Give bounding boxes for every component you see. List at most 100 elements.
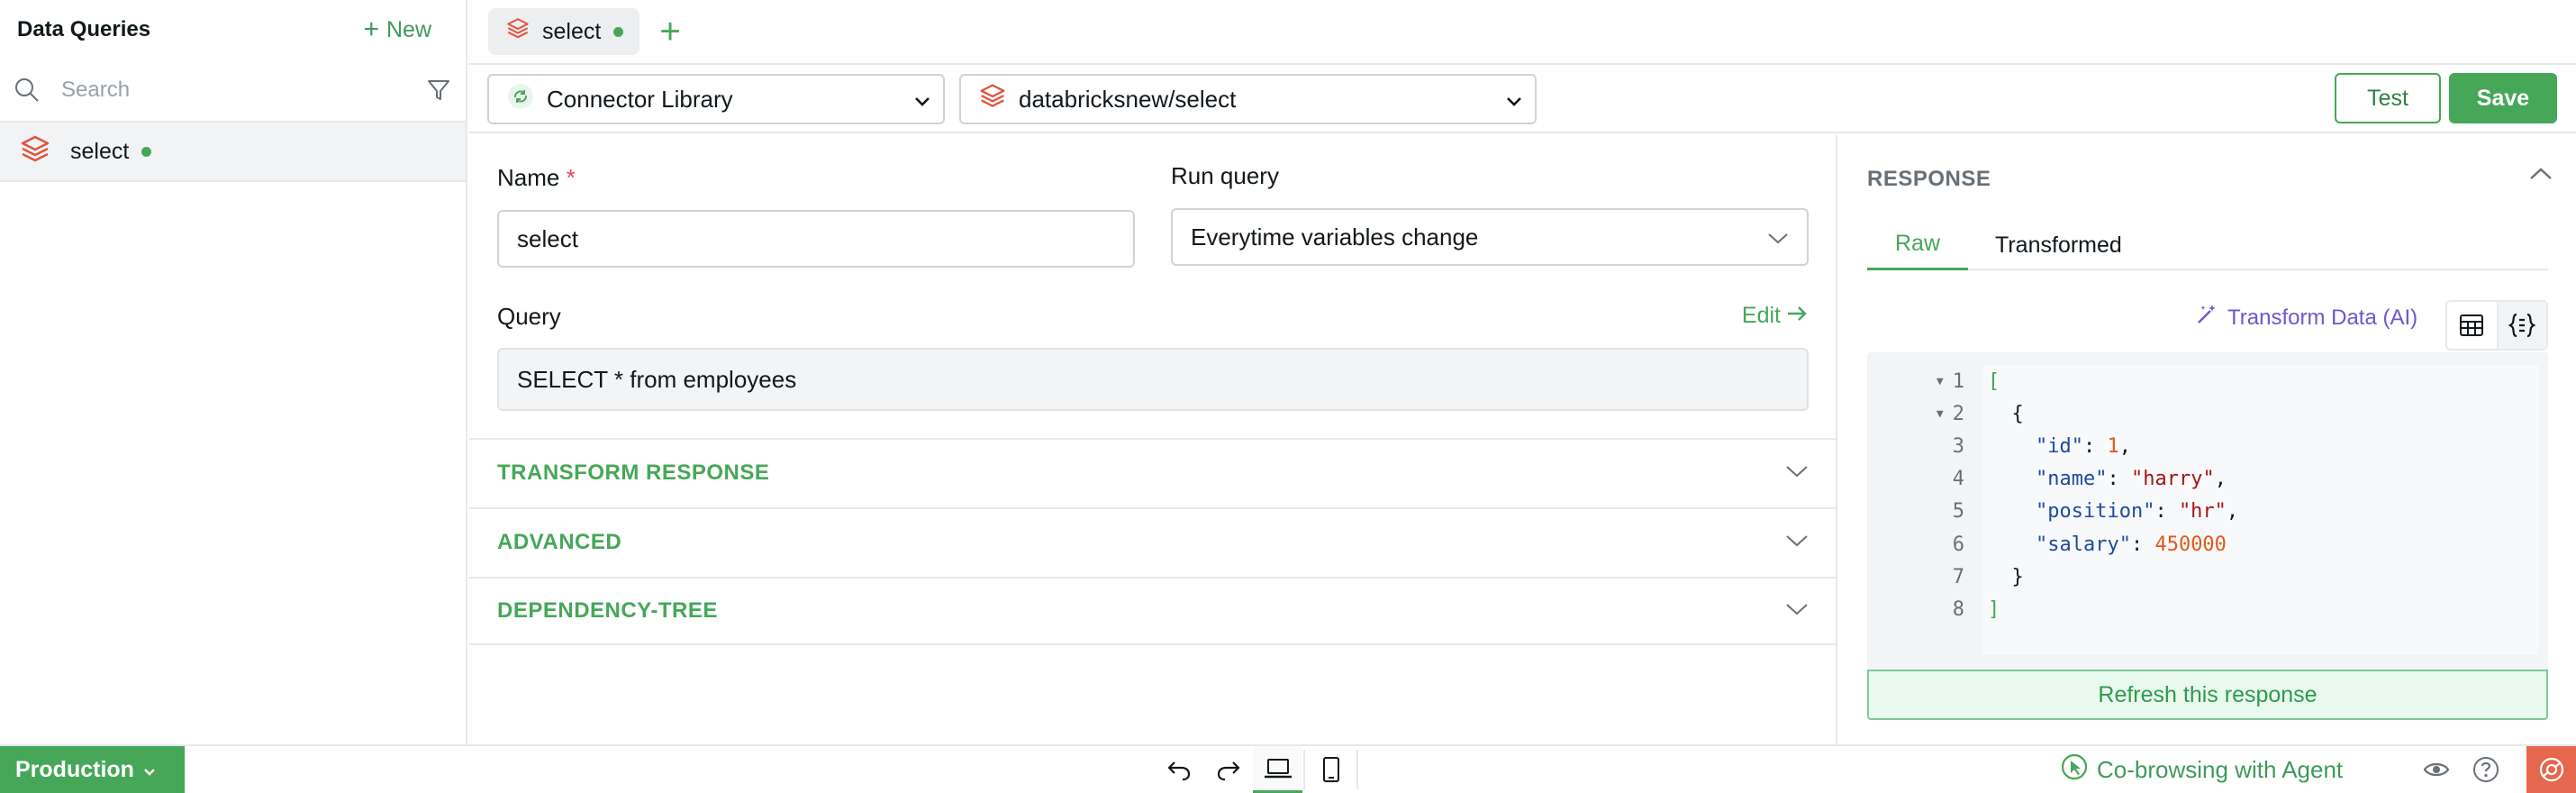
line-number: 6 bbox=[1952, 533, 1964, 556]
transform-response-section[interactable]: TRANSFORM RESPONSE bbox=[469, 438, 1836, 506]
filter-icon[interactable] bbox=[421, 77, 457, 103]
chevron-down-icon bbox=[1785, 602, 1809, 621]
eye-icon[interactable] bbox=[2418, 746, 2454, 793]
new-query-button[interactable]: + New bbox=[363, 16, 431, 43]
code-line: "salary": 450000 bbox=[2035, 533, 2227, 556]
test-button[interactable]: Test bbox=[2335, 73, 2441, 123]
code-line: ] bbox=[1988, 597, 2000, 621]
line-number: ▼ 1 bbox=[1936, 369, 1964, 393]
code-line: { bbox=[2011, 402, 2024, 425]
divider bbox=[1356, 750, 1358, 789]
dependency-tree-section[interactable]: DEPENDENCY-TREE bbox=[469, 577, 1836, 645]
editor-controls bbox=[1154, 746, 1359, 793]
chevron-down-icon bbox=[1785, 464, 1809, 483]
query-form: Name * select Run query Everytime variab… bbox=[469, 135, 1837, 744]
query-label: Query bbox=[497, 303, 561, 330]
name-label: Name * bbox=[497, 164, 576, 191]
magic-wand-icon bbox=[2195, 303, 2218, 333]
new-query-label: New bbox=[385, 16, 431, 42]
edit-query-link[interactable]: Edit bbox=[1742, 303, 1808, 329]
databricks-icon bbox=[979, 83, 1006, 116]
data-source-select[interactable]: databricksnew/select bbox=[959, 74, 1537, 124]
sidebar-item-select[interactable]: select bbox=[0, 123, 466, 182]
tab-raw[interactable]: Raw bbox=[1867, 220, 1969, 270]
run-query-select[interactable]: Everytime variables change bbox=[1171, 208, 1809, 266]
run-query-label: Run query bbox=[1171, 162, 1279, 189]
environment-label: Production bbox=[15, 756, 134, 782]
code-line: [ bbox=[1988, 369, 2000, 393]
query-name-input[interactable]: select bbox=[497, 210, 1135, 268]
query-tab-strip: select + bbox=[469, 0, 2576, 65]
line-number: 5 bbox=[1952, 500, 1964, 524]
query-editor[interactable]: SELECT * from employees bbox=[497, 348, 1809, 411]
data-queries-sidebar: Data Queries + New Search select bbox=[0, 0, 467, 744]
tab-select[interactable]: select bbox=[488, 8, 640, 55]
sidebar-title: Data Queries bbox=[17, 17, 151, 41]
code-line: "name": "harry", bbox=[2035, 468, 2227, 491]
plus-icon: + bbox=[363, 14, 379, 44]
saved-status-dot bbox=[613, 26, 624, 37]
line-number: 8 bbox=[1952, 597, 1964, 621]
desktop-view-icon[interactable] bbox=[1253, 746, 1302, 793]
data-source-label: databricksnew/select bbox=[1019, 85, 1237, 113]
transform-data-ai-label: Transform Data (AI) bbox=[2227, 305, 2418, 330]
transform-data-ai-button[interactable]: Transform Data (AI) bbox=[2195, 303, 2417, 333]
environment-selector[interactable]: Production bbox=[0, 746, 185, 793]
connector-library-label: Connector Library bbox=[547, 85, 733, 113]
response-view-toggle bbox=[2445, 300, 2548, 351]
line-number: ▼ 2 bbox=[1936, 402, 1964, 425]
footer-bar: Production Co-browsing with Agent bbox=[0, 744, 2576, 793]
section-title: TRANSFORM RESPONSE bbox=[497, 460, 770, 485]
search-input[interactable]: Search bbox=[45, 77, 421, 103]
response-json-viewer: ▼ 1 ▼ 2 3 4 5 6 7 8 [ { "id": 1, "name": "… bbox=[1867, 352, 2548, 670]
table-view-icon[interactable] bbox=[2447, 302, 2497, 349]
chevron-down-icon bbox=[1785, 533, 1809, 552]
cobrowse-button[interactable]: Co-browsing with Agent bbox=[2061, 746, 2343, 793]
tab-label: select bbox=[542, 18, 602, 44]
cobrowse-label: Co-browsing with Agent bbox=[2097, 755, 2344, 783]
search-icon bbox=[9, 77, 45, 104]
chevron-down-icon bbox=[914, 86, 930, 114]
chevron-up-icon[interactable] bbox=[2529, 167, 2553, 186]
line-number: 4 bbox=[1952, 468, 1964, 491]
connector-icon bbox=[507, 83, 534, 116]
refresh-response-button[interactable]: Refresh this response bbox=[1867, 670, 2548, 720]
fold-arrow-icon[interactable]: ▼ bbox=[1937, 375, 1944, 388]
chevron-down-icon bbox=[1767, 223, 1789, 251]
saved-status-dot bbox=[141, 146, 152, 157]
databricks-icon bbox=[506, 17, 530, 47]
connector-library-select[interactable]: Connector Library bbox=[487, 74, 945, 124]
run-query-value: Everytime variables change bbox=[1191, 223, 1479, 251]
databricks-icon bbox=[20, 134, 50, 169]
mobile-view-icon[interactable] bbox=[1306, 746, 1356, 793]
tab-transformed[interactable]: Transformed bbox=[1968, 220, 2150, 270]
response-title: RESPONSE bbox=[1867, 167, 1991, 191]
edit-label: Edit bbox=[1741, 303, 1781, 328]
line-number: 7 bbox=[1952, 565, 1964, 588]
line-number-gutter: ▼ 1 ▼ 2 3 4 5 6 7 8 bbox=[1867, 365, 1979, 626]
section-title: ADVANCED bbox=[497, 530, 622, 554]
code-line: "position": "hr", bbox=[2035, 500, 2239, 524]
divider bbox=[1303, 750, 1305, 789]
response-panel: RESPONSE Raw Transformed Transform Data … bbox=[1839, 135, 2576, 744]
help-icon[interactable] bbox=[2468, 746, 2504, 793]
save-button[interactable]: Save bbox=[2449, 73, 2557, 123]
undo-icon[interactable] bbox=[1154, 746, 1203, 793]
arrow-right-icon bbox=[1786, 303, 1808, 329]
sidebar-header: Data Queries + New bbox=[0, 0, 466, 59]
line-number: 3 bbox=[1952, 434, 1964, 458]
code-line: } bbox=[2011, 565, 2024, 588]
section-title: DEPENDENCY-TREE bbox=[497, 598, 718, 623]
query-toolbar: Connector Library databricksnew/select T… bbox=[469, 65, 2576, 133]
support-icon[interactable] bbox=[2526, 746, 2576, 793]
cursor-click-icon bbox=[2061, 753, 2088, 787]
sidebar-search: Search bbox=[0, 59, 466, 123]
fold-arrow-icon[interactable]: ▼ bbox=[1937, 407, 1944, 421]
chevron-down-icon bbox=[143, 757, 156, 783]
chevron-down-icon bbox=[1506, 86, 1522, 114]
response-tabs: Raw Transformed bbox=[1867, 220, 2548, 270]
add-tab-button[interactable]: + bbox=[659, 14, 680, 50]
json-view-icon[interactable] bbox=[2496, 302, 2546, 349]
redo-icon[interactable] bbox=[1203, 746, 1253, 793]
advanced-section[interactable]: ADVANCED bbox=[469, 507, 1836, 576]
